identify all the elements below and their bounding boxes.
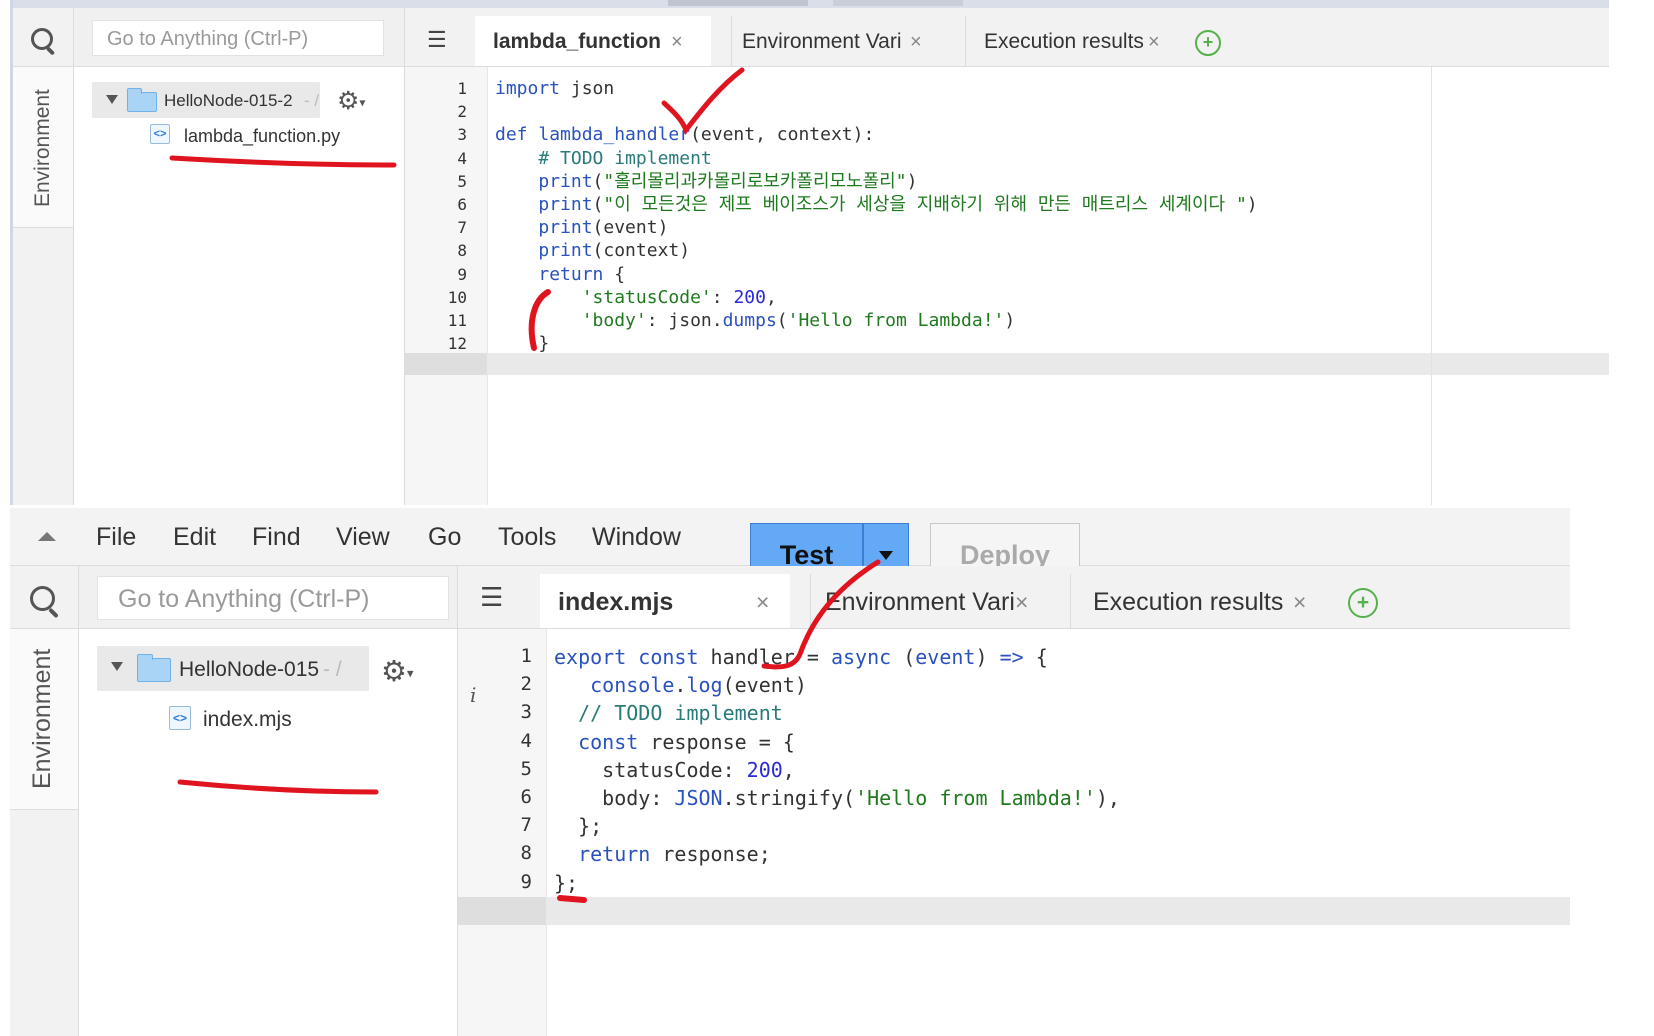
- code-content[interactable]: import json def lambda_handler(event, co…: [495, 77, 1258, 355]
- line-number: 8: [520, 842, 532, 865]
- environment-label: Environment: [31, 89, 54, 207]
- folder-icon: [137, 654, 171, 682]
- window-top-strip: [13, 0, 1609, 8]
- line-number: 7: [457, 218, 467, 238]
- line-number: 12: [447, 334, 467, 354]
- menu-view[interactable]: View: [336, 523, 390, 552]
- tab-bar: ☰ index.mjs × Environment Vari × Executi…: [458, 566, 1570, 629]
- goto-bar: Go to Anything (Ctrl-P): [79, 566, 457, 629]
- menu-tools[interactable]: Tools: [498, 523, 556, 552]
- print-margin: [1431, 67, 1432, 505]
- left-rail: Environment: [13, 8, 74, 505]
- file-item-index-mjs[interactable]: index.mjs: [203, 708, 292, 732]
- line-number: 6: [520, 786, 532, 808]
- line-number: 9: [457, 264, 467, 284]
- file-tree-panel: Go to Anything (Ctrl-P) HelloNode-015 - …: [79, 566, 458, 1036]
- folder-path: - /: [323, 658, 342, 681]
- code-content[interactable]: export const handler = async (event) => …: [554, 643, 1120, 897]
- add-tab-icon[interactable]: +: [1348, 588, 1378, 618]
- close-icon[interactable]: ×: [910, 31, 922, 54]
- menu-window[interactable]: Window: [592, 523, 681, 552]
- search-button[interactable]: [13, 8, 73, 67]
- code-file-icon: <>: [150, 124, 170, 144]
- line-number: 5: [457, 171, 467, 191]
- left-rail: Environment: [10, 566, 79, 1036]
- code-file-icon: <>: [169, 706, 191, 730]
- folder-name: HelloNode-015-2: [164, 91, 293, 110]
- add-tab-icon[interactable]: +: [1195, 30, 1221, 56]
- tab-environment-variables[interactable]: Environment Vari ×: [810, 574, 1051, 628]
- file-item-lambda-function[interactable]: lambda_function.py: [184, 126, 340, 147]
- tab-index-mjs[interactable]: index.mjs ×: [540, 574, 790, 628]
- code-editor[interactable]: 12345678910111213 import json def lambda…: [405, 67, 1609, 505]
- line-number: 1: [520, 645, 532, 667]
- line-number: 2: [520, 673, 532, 696]
- goto-anything-input[interactable]: Go to Anything (Ctrl-P): [92, 20, 384, 56]
- code-editor[interactable]: i 12345678910 export const handler = asy…: [458, 629, 1570, 1036]
- line-number: 3: [457, 125, 467, 145]
- tab-bar: ☰ lambda_function × Environment Vari × E…: [405, 8, 1609, 67]
- bottom-editor-screenshot: File Edit Find View Go Tools Window Test…: [10, 508, 1570, 1036]
- line-gutter: 12345678910111213: [405, 67, 488, 505]
- line-number: 2: [457, 102, 467, 122]
- menu-file[interactable]: File: [96, 523, 136, 552]
- tab-execution-results[interactable]: Execution results ×: [965, 16, 1180, 66]
- tab-execution-results[interactable]: Execution results ×: [1070, 574, 1331, 628]
- line-number: 4: [520, 729, 532, 752]
- close-icon[interactable]: ×: [756, 589, 769, 616]
- collapse-arrow-icon[interactable]: [38, 532, 56, 541]
- folder-name: HelloNode-015: [179, 658, 320, 681]
- menu-edit[interactable]: Edit: [173, 523, 216, 552]
- current-line-highlight: [458, 897, 1570, 925]
- goto-anything-input[interactable]: Go to Anything (Ctrl-P): [97, 576, 449, 620]
- chevron-down-icon[interactable]: [111, 662, 123, 671]
- folder-path: - /: [304, 91, 320, 110]
- search-button[interactable]: [10, 566, 78, 629]
- line-number: 5: [520, 757, 532, 780]
- goto-bar: Go to Anything (Ctrl-P): [74, 8, 404, 67]
- gear-icon[interactable]: ⚙▾: [381, 654, 414, 689]
- environment-tab[interactable]: Environment: [13, 67, 73, 228]
- close-icon[interactable]: ×: [1293, 589, 1306, 616]
- close-icon[interactable]: ×: [1015, 589, 1028, 616]
- tab-lambda-function[interactable]: lambda_function ×: [475, 16, 711, 66]
- panel-toggle-icon[interactable]: ☰: [480, 582, 503, 613]
- folder-row[interactable]: HelloNode-015-2 - /: [92, 82, 320, 118]
- line-number: 8: [457, 241, 467, 261]
- tab-environment-variables[interactable]: Environment Vari ×: [731, 16, 946, 66]
- line-number: 9: [520, 870, 532, 893]
- menu-go[interactable]: Go: [428, 523, 461, 552]
- folder-row[interactable]: HelloNode-015 - /: [97, 646, 369, 691]
- line-gutter: i 12345678910: [458, 629, 547, 1036]
- current-line-highlight: [405, 353, 1609, 375]
- line-number: 3: [520, 701, 532, 724]
- line-number: 10: [447, 287, 467, 307]
- gear-icon[interactable]: ⚙▾: [337, 86, 365, 116]
- panel-toggle-icon[interactable]: ☰: [427, 27, 447, 53]
- file-tree-panel: Go to Anything (Ctrl-P) HelloNode-015-2 …: [74, 8, 405, 505]
- menu-find[interactable]: Find: [252, 523, 301, 552]
- folder-icon: [127, 88, 157, 112]
- top-editor-screenshot: Environment Go to Anything (Ctrl-P) Hell…: [10, 0, 1609, 505]
- close-icon[interactable]: ×: [671, 31, 683, 54]
- line-number: 1: [457, 79, 467, 98]
- line-number: 4: [457, 148, 467, 168]
- chevron-down-icon[interactable]: [106, 95, 118, 104]
- line-number: 11: [447, 311, 467, 330]
- environment-label: Environment: [28, 648, 56, 789]
- close-icon[interactable]: ×: [1148, 31, 1160, 54]
- line-number: 6: [457, 195, 467, 214]
- line-number: 7: [520, 814, 532, 837]
- environment-tab[interactable]: Environment: [10, 629, 78, 810]
